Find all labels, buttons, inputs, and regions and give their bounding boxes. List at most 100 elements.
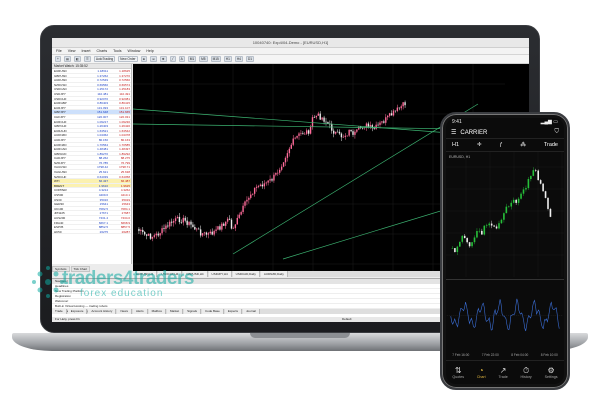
ask-price: 1.89292 (119, 151, 130, 156)
nav-label: Chart (476, 375, 486, 379)
terminal-tab[interactable]: Signals (184, 309, 201, 314)
phone-chart-symbol: EURUSD, H1 (449, 155, 470, 159)
candle-body (145, 234, 148, 236)
menu-item-window[interactable]: Window (128, 48, 141, 54)
menu-item-tools[interactable]: Tools (113, 48, 121, 54)
candle-body (476, 231, 478, 238)
crosshair-icon[interactable]: ✚ (159, 56, 167, 62)
candle-body (304, 133, 306, 135)
period-h4[interactable]: H4 (234, 56, 243, 62)
candle-body (350, 129, 352, 132)
symbol-name: BRENT (54, 183, 65, 188)
candle-body (402, 102, 404, 107)
menu-item-charts[interactable]: Charts (97, 48, 108, 54)
bid-price: 88.262 (98, 156, 108, 161)
indicator-icon[interactable]: ƒ (499, 142, 502, 148)
terminal-tab[interactable]: Trade (52, 309, 67, 314)
ask-price: 1.70585 (119, 142, 130, 147)
bid-price: 6667.1 (98, 220, 108, 225)
menu-item-help[interactable]: Help (146, 48, 153, 54)
symbol-name: AUS200 (54, 216, 66, 220)
ask-price: 1.04378 (119, 133, 130, 138)
candle-body (369, 125, 372, 127)
candle-body (246, 199, 248, 202)
terminal-tab[interactable]: Exposure (67, 309, 88, 314)
terminal-tab[interactable]: Account History (88, 309, 117, 314)
ask-price: 25.638 (120, 170, 130, 175)
candle-body (404, 102, 406, 106)
zoom-out-icon[interactable]: ⊖ (150, 56, 157, 62)
candle-body (331, 124, 333, 131)
symbol-name: GBPCHF (54, 124, 67, 128)
period-m1[interactable]: M1 (187, 56, 197, 62)
terminal-tab[interactable]: Market (166, 309, 184, 314)
bid-price: 1.26403 (97, 124, 108, 129)
ask-price: 1798.71 (119, 165, 130, 170)
trade-button[interactable]: Trade (544, 142, 558, 148)
terminal-tab[interactable]: News (117, 309, 132, 314)
period-h1[interactable]: H1 (223, 56, 232, 62)
nav-trade[interactable]: ↗ Trade (498, 366, 507, 379)
menu-icon[interactable]: ☰ (451, 129, 456, 136)
nav-history[interactable]: ⏱ History (521, 366, 532, 379)
candle-body (165, 225, 167, 229)
period-d1[interactable]: D1 (245, 56, 255, 62)
profiles-icon[interactable]: ▤ (64, 56, 72, 62)
candle-body (336, 131, 339, 133)
bid-price: 7082.5 (98, 206, 108, 211)
candle-body (167, 225, 169, 227)
crosshair-icon[interactable]: ✛ (477, 142, 482, 148)
terminal-tab[interactable]: Journal (243, 309, 260, 314)
date-tick: 8 Feb 04:00 (511, 353, 529, 357)
period-m15[interactable]: M15 (210, 56, 221, 62)
zoom-in-icon[interactable]: ⊕ (140, 56, 148, 62)
candle-body (383, 121, 385, 123)
market-watch-icon[interactable]: ◧ (74, 56, 82, 62)
bid-price: 4.3214 (98, 188, 108, 193)
bid-price: 1.25172 (97, 87, 108, 92)
terminal-tab[interactable]: Mailbox (148, 309, 166, 314)
bid-price: 0.86403 (97, 101, 108, 106)
menu-item-view[interactable]: View (68, 48, 76, 54)
symbol-row[interactable]: HK50 26275 26287 (52, 230, 131, 235)
ask-price: 0.64058 (119, 174, 130, 179)
candle-body (184, 217, 186, 221)
navigator-icon[interactable]: ☰ (84, 56, 91, 62)
new-chart-icon[interactable]: + (55, 56, 61, 62)
phone-nav-bar: ⇅ Quotes ◔ Chart ↗ Trade ⏱ History ⚙ Settings (446, 360, 564, 384)
nav-settings[interactable]: ⚙ Settings (545, 366, 558, 379)
period-m5[interactable]: M5 (199, 56, 208, 62)
timeframe-button[interactable]: H1 (452, 142, 459, 148)
symbol-name: EURAUD (54, 128, 67, 133)
ask-price: 4410.1 (120, 193, 130, 198)
candle-body (456, 246, 459, 253)
candle-body (319, 113, 321, 120)
candle-body (223, 223, 225, 226)
menu-item-insert[interactable]: Insert (82, 48, 91, 54)
candle-body (515, 199, 517, 203)
menu-item-file[interactable]: File (56, 48, 62, 54)
phone-price-chart[interactable]: EURUSD, H1 (446, 152, 564, 277)
candle-body (381, 121, 383, 123)
ask-price: 1.9625 (120, 183, 130, 188)
terminal-tab[interactable]: Experts (224, 309, 242, 314)
candle-body (311, 117, 314, 128)
chart-tab[interactable]: AUDNZD,Daily (260, 271, 288, 277)
nav-quotes[interactable]: ⇅ Quotes (452, 366, 464, 379)
terminal-tab[interactable]: Code Base (201, 309, 224, 314)
bid-price: 26275 (99, 229, 108, 234)
candle-body (527, 179, 530, 189)
symbol-name: ESP35 (54, 225, 64, 229)
terminal-tab[interactable]: Alerts (132, 309, 148, 314)
new-order-button[interactable]: New Order (118, 56, 138, 62)
auto-trading-button[interactable]: AutoTrading (93, 56, 116, 62)
candle-body (323, 117, 325, 122)
objects-icon[interactable]: ⁂ (520, 142, 526, 148)
candle-body (498, 223, 500, 229)
text-icon[interactable]: A (178, 56, 185, 62)
candle-body (269, 179, 271, 181)
candle-body (159, 233, 161, 236)
trendline-icon[interactable]: ╱ (169, 56, 176, 62)
nav-chart[interactable]: ◔ Chart (477, 366, 486, 379)
candle-body (500, 219, 503, 224)
